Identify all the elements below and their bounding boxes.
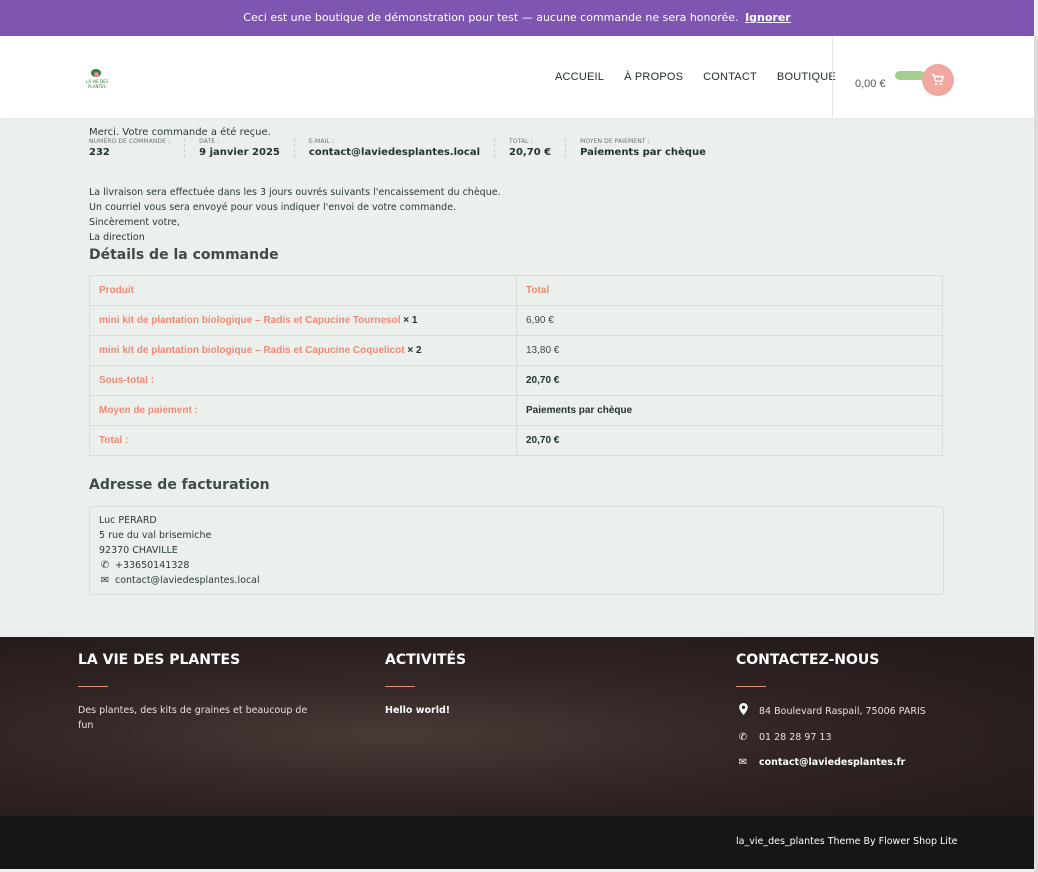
footer-phone: 01 28 28 97 13 (759, 732, 832, 743)
total-value: 20,70 € (516, 425, 943, 456)
theme-credit: la_vie_des_plantes Theme By Flower Shop … (736, 836, 958, 847)
footer-activities: ACTIVITÉS Hello world! (385, 652, 585, 718)
payment-method-row: Moyen de paiement : Paiements par chèque (89, 395, 943, 426)
order-total-label: TOTAL : (509, 138, 533, 145)
demo-notice-text: Ceci est une boutique de démonstration p… (243, 11, 739, 24)
envelope-icon: ✉ (100, 575, 110, 586)
line-total: 6,90 € (516, 305, 943, 336)
site-logo[interactable]: LA VIE DES PLANTES (85, 68, 109, 92)
instruction-line: La direction (89, 232, 145, 243)
cart-glyph (932, 74, 944, 86)
footer-contact-title: CONTACTEZ-NOUS (736, 652, 880, 668)
product-link[interactable]: mini kit de plantation biologique – Radi… (99, 345, 405, 356)
dismiss-link[interactable]: Ignorer (745, 11, 791, 24)
column-header-product: Produit (89, 275, 517, 306)
nav-item-boutique[interactable]: BOUTIQUE (777, 71, 836, 83)
order-email: E-MAIL : contact@laviedesplantes.local (308, 138, 496, 158)
billing-address: Luc PERARD 5 rue du val brisemiche 92370… (89, 506, 944, 595)
footer-title-underline (385, 686, 415, 687)
demo-store-notice: Ceci est une boutique de démonstration p… (0, 0, 1034, 36)
order-date: DATE : 9 janvier 2025 (199, 138, 295, 158)
order-email-label: E-MAIL : (308, 138, 334, 145)
footer-email-link[interactable]: contact@laviedesplantes.fr (759, 755, 905, 770)
order-details-table: Produit Total mini kit de plantation bio… (89, 275, 943, 456)
payment-method-label: MOYEN DE PAIEMENT : (580, 138, 650, 145)
nav-item-accueil[interactable]: ACCUEIL (555, 71, 604, 83)
footer-address-row: 84 Boulevard Raspail, 75006 PARIS (736, 703, 996, 720)
order-date-value: 9 janvier 2025 (199, 147, 280, 158)
subtotal-row: Sous-total : 20,70 € (89, 365, 943, 396)
footer-address: 84 Boulevard Raspail, 75006 PARIS (759, 706, 926, 717)
billing-phone-row: ✆ +33650141328 (99, 558, 934, 573)
site-header: LA VIE DES PLANTES ACCUEIL À PROPOS CONT… (0, 36, 1034, 118)
order-payment-method: MOYEN DE PAIEMENT : Paiements par chèque (580, 138, 720, 158)
phone-icon: ✆ (100, 560, 110, 571)
footer-post-link[interactable]: Hello world! (385, 705, 450, 716)
main-nav: ACCUEIL À PROPOS CONTACT BOUTIQUE (545, 36, 846, 118)
header-divider (832, 36, 833, 118)
nav-item-contact[interactable]: CONTACT (703, 71, 757, 83)
cart-total[interactable]: 0,00 € (855, 78, 886, 90)
footer-email-row: ✉ contact@laviedesplantes.fr (736, 755, 996, 770)
billing-address-title: Adresse de facturation (89, 477, 270, 493)
site-footer: LA VIE DES PLANTES Des plantes, des kits… (0, 637, 1034, 816)
payment-label: Moyen de paiement : (89, 395, 517, 426)
envelope-icon: ✉ (738, 757, 748, 768)
subtotal-label: Sous-total : (89, 365, 517, 396)
table-header-row: Produit Total (89, 275, 943, 306)
order-number-label: NUMÉRO DE COMMANDE : (89, 138, 171, 145)
logo-flower-icon (94, 72, 99, 77)
product-quantity: × 1 (403, 315, 418, 326)
order-total-value: 20,70 € (509, 147, 552, 158)
payment-value: Paiements par chèque (516, 395, 943, 426)
billing-email: contact@laviedesplantes.local (115, 575, 260, 586)
footer-title-underline (736, 686, 766, 687)
instruction-line: Un courriel vous sera envoyé pour vous i… (89, 202, 457, 213)
phone-icon: ✆ (738, 732, 748, 743)
scrollbar[interactable] (1034, 36, 1038, 872)
product-link[interactable]: mini kit de plantation biologique – Radi… (99, 315, 401, 326)
billing-city: 92370 CHAVILLE (99, 545, 178, 556)
payment-method-value: Paiements par chèque (580, 147, 706, 158)
subtotal-value: 20,70 € (516, 365, 943, 396)
billing-name: Luc PERARD (99, 515, 157, 526)
total-label: Total : (89, 425, 517, 456)
footer-activities-title: ACTIVITÉS (385, 652, 467, 668)
order-details-title: Détails de la commande (89, 247, 279, 263)
thank-you-message: Merci. Votre commande a été reçue. (89, 127, 271, 138)
logo-text: LA VIE DES PLANTES (85, 79, 109, 89)
order-email-value: contact@laviedesplantes.local (308, 147, 481, 158)
table-row: mini kit de plantation biologique – Radi… (89, 335, 943, 366)
cart-count-pill (895, 71, 925, 80)
footer-about-title: LA VIE DES PLANTES (78, 652, 241, 668)
cart-icon[interactable] (922, 64, 954, 96)
nav-item-a-propos[interactable]: À PROPOS (624, 71, 683, 83)
order-number: NUMÉRO DE COMMANDE : 232 (89, 138, 186, 158)
billing-street: 5 rue du val brisemiche (99, 530, 212, 541)
footer-contact: CONTACTEZ-NOUS 84 Boulevard Raspail, 750… (736, 652, 996, 780)
order-total: TOTAL : 20,70 € (509, 138, 567, 158)
order-overview: NUMÉRO DE COMMANDE : 232 DATE : 9 janvie… (89, 138, 949, 158)
footer-about: LA VIE DES PLANTES Des plantes, des kits… (78, 652, 308, 733)
order-received-content: Merci. Votre commande a été reçue. NUMÉR… (89, 118, 949, 595)
map-pin-icon (736, 703, 750, 720)
instruction-line: Sincèrement votre, (89, 217, 180, 228)
total-row: Total : 20,70 € (89, 425, 943, 456)
order-number-value: 232 (89, 147, 110, 158)
footer-title-underline (78, 686, 108, 687)
billing-email-row: ✉ contact@laviedesplantes.local (99, 573, 934, 588)
instruction-line: La livraison sera effectuée dans les 3 j… (89, 187, 501, 198)
column-header-total: Total (516, 275, 943, 306)
product-cell: mini kit de plantation biologique – Radi… (89, 305, 517, 336)
product-quantity: × 2 (407, 345, 422, 356)
product-cell: mini kit de plantation biologique – Radi… (89, 335, 517, 366)
payment-instructions: La livraison sera effectuée dans les 3 j… (89, 185, 949, 245)
footer-phone-row: ✆ 01 28 28 97 13 (736, 730, 996, 745)
order-date-label: DATE : (199, 138, 220, 145)
footer-about-text: Des plantes, des kits de graines et beau… (78, 705, 308, 731)
table-row: mini kit de plantation biologique – Radi… (89, 305, 943, 336)
billing-phone: +33650141328 (115, 560, 190, 571)
line-total: 13,80 € (516, 335, 943, 366)
copyright-bar: la_vie_des_plantes Theme By Flower Shop … (0, 816, 1034, 869)
